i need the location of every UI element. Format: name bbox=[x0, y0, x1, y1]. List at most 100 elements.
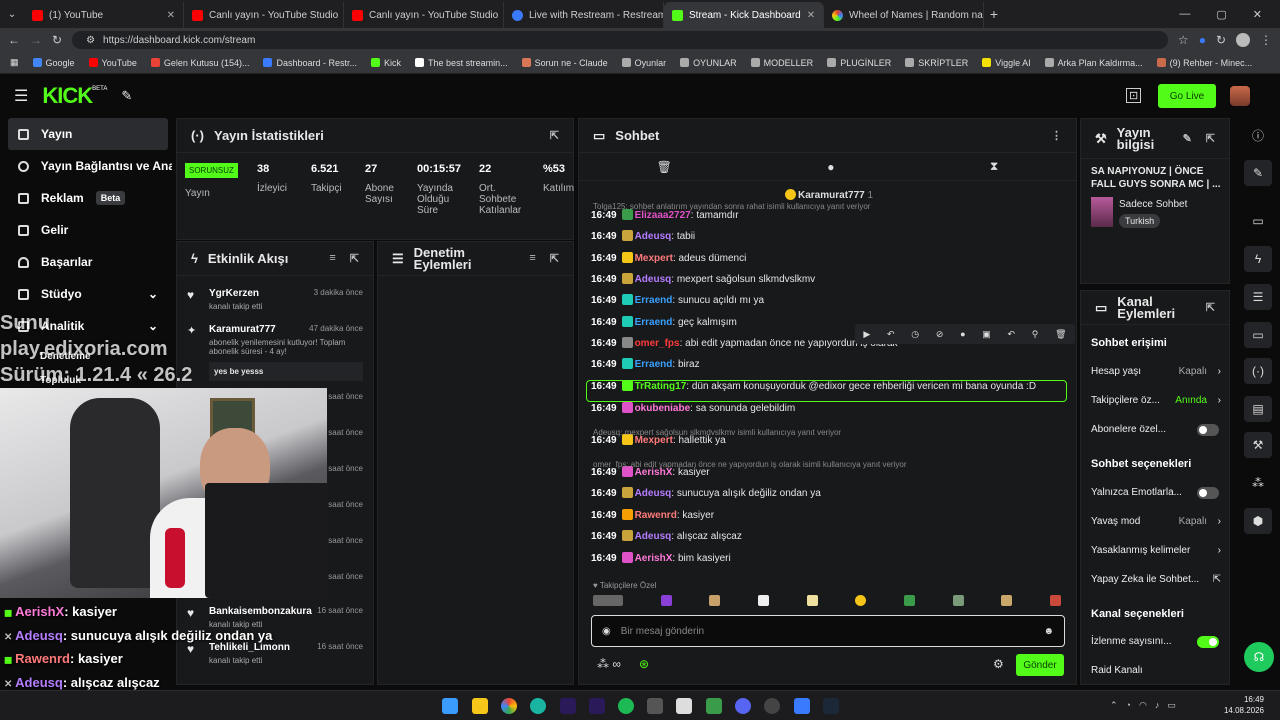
bookmark-item[interactable]: Viggle AI bbox=[982, 58, 1031, 68]
stats-icon[interactable]: (·) bbox=[1244, 358, 1272, 384]
emote-icon[interactable] bbox=[593, 595, 623, 606]
chat-message[interactable]: 16:49 Adeusq: mexpert sağolsun slkmdvslkm… bbox=[591, 273, 815, 285]
ai-chat-setting[interactable]: Yapay Zeka ile Sohbet... ⇱ bbox=[1091, 574, 1221, 585]
avatar[interactable] bbox=[1230, 86, 1250, 106]
network-icon[interactable]: ◔ bbox=[1126, 700, 1131, 711]
volume-icon[interactable]: ♪ bbox=[1155, 700, 1160, 711]
message-username[interactable]: Adeusq bbox=[635, 488, 672, 499]
premiere-icon[interactable] bbox=[589, 698, 605, 714]
raid-setting[interactable]: Raid Kanalı bbox=[1091, 665, 1221, 676]
clock[interactable]: 16:49 14.08.2026 bbox=[1222, 694, 1264, 716]
message-username[interactable]: Adeusq bbox=[635, 531, 672, 542]
sidebar-item-revenue[interactable]: Gelir bbox=[0, 214, 172, 246]
premiere-icon[interactable] bbox=[560, 698, 576, 714]
pin-icon[interactable]: ⚲ bbox=[1032, 329, 1039, 340]
emotes-only-toggle[interactable] bbox=[1197, 487, 1219, 499]
chat-message[interactable]: 16:49 TrRating17: dün akşam konuşuyorduk … bbox=[591, 380, 1036, 392]
layout-icon[interactable]: ▭ bbox=[1244, 208, 1272, 234]
edit-icon[interactable]: ✎ bbox=[1183, 132, 1192, 145]
support-chat-icon[interactable]: ☊ bbox=[1244, 642, 1274, 672]
ban-icon[interactable]: ● bbox=[960, 329, 965, 339]
sidebar-item-stream-key[interactable]: Yayın Bağlantısı ve Anahtar bbox=[0, 150, 172, 182]
timeout-icon[interactable]: ◷ bbox=[911, 329, 919, 340]
browser-tab[interactable]: Canlı yayın - YouTube Studio✕ bbox=[184, 2, 344, 28]
message-username[interactable]: Erraend bbox=[635, 295, 673, 306]
send-button[interactable]: Gönder bbox=[1016, 654, 1064, 676]
browser-tab[interactable]: Live with Restream - Restream✕ bbox=[504, 2, 664, 28]
wrench-icon[interactable]: ⚒ bbox=[1244, 432, 1272, 458]
apps-icon[interactable]: ▦ bbox=[10, 57, 19, 68]
message-username[interactable]: AerishX bbox=[635, 553, 673, 564]
pin-icon[interactable]: ✎ bbox=[121, 88, 132, 104]
banned-words-setting[interactable]: Yasaklanmış kelimeler › bbox=[1091, 545, 1221, 556]
sync-icon[interactable]: ↻ bbox=[1216, 33, 1226, 47]
site-info-icon[interactable]: ⚙ bbox=[86, 35, 95, 46]
message-username[interactable]: omer_fps bbox=[635, 338, 680, 349]
battery-icon[interactable]: ▭ bbox=[1167, 700, 1176, 711]
emote-icon[interactable] bbox=[855, 595, 867, 606]
popout-icon[interactable]: ⇱ bbox=[550, 129, 559, 142]
info-icon[interactable]: ⓘ bbox=[1244, 122, 1272, 148]
popout-icon[interactable]: ⇱ bbox=[550, 252, 559, 265]
message-username[interactable]: Adeusq bbox=[635, 274, 672, 285]
extension-icon[interactable]: ● bbox=[1199, 33, 1206, 47]
chat-mode-icon[interactable]: ◉ bbox=[602, 626, 611, 637]
bookmark-item[interactable]: Arka Plan Kaldırma... bbox=[1044, 58, 1143, 68]
message-username[interactable]: Erraend bbox=[635, 317, 673, 328]
close-tab-icon[interactable]: ✕ bbox=[167, 10, 175, 21]
viewer-count-toggle[interactable] bbox=[1197, 636, 1219, 648]
kick-emote-icon[interactable]: ⊛ bbox=[639, 657, 649, 671]
undo-icon[interactable]: ↶ bbox=[887, 329, 895, 340]
drops-icon[interactable]: ⁂ bbox=[1244, 470, 1272, 496]
chat-message[interactable]: 16:49 Adeusq: sunucuya alışık değiliz ond… bbox=[591, 487, 821, 499]
browser-tab[interactable]: (1) YouTube ✕ bbox=[24, 2, 184, 28]
popout-icon[interactable]: ⇱ bbox=[1206, 132, 1215, 145]
filter-icon[interactable]: ≡ bbox=[329, 252, 335, 265]
chat-message[interactable]: 16:49 Erraend: biraz bbox=[591, 358, 700, 370]
bookmark-item[interactable]: Kick bbox=[371, 58, 401, 68]
chat-message[interactable]: 16:49 okubeniabe: sa sonunda gelebildim bbox=[591, 402, 795, 414]
message-username[interactable]: Erraend bbox=[635, 359, 673, 370]
copy-icon[interactable]: ▣ bbox=[982, 329, 991, 340]
category-name[interactable]: Sadece Sohbet bbox=[1119, 199, 1187, 210]
bookmark-item[interactable]: YouTube bbox=[88, 58, 137, 68]
obs-icon[interactable] bbox=[764, 698, 780, 714]
app-icon[interactable] bbox=[794, 698, 810, 714]
emote-icon[interactable] bbox=[757, 595, 769, 606]
bookmark-item[interactable]: The best streamin... bbox=[415, 58, 508, 68]
popout-icon[interactable]: ⇱ bbox=[1206, 301, 1215, 314]
chat-message[interactable]: 16:49 omer_fps: abi edit yapmadan önce ne… bbox=[591, 337, 898, 349]
bookmark-item[interactable]: OYUNLAR bbox=[680, 58, 737, 68]
chat-message[interactable]: 16:49 AerishX: bim kasiyeri bbox=[591, 552, 731, 564]
reload-icon[interactable]: ↻ bbox=[52, 33, 62, 47]
hamburger-menu-icon[interactable]: ☰ bbox=[14, 86, 28, 106]
message-username[interactable]: Elizaaa2727 bbox=[635, 210, 691, 221]
edit-icon[interactable]: ✎ bbox=[1244, 160, 1272, 186]
chat-icon[interactable]: ▭ bbox=[1244, 322, 1272, 348]
chat-message[interactable]: 16:49 Adeusq: alışcaz alışcaz bbox=[591, 530, 742, 542]
bookmark-item[interactable]: Gelen Kutusu (154)... bbox=[150, 58, 249, 68]
bookmark-item[interactable]: MODELLER bbox=[750, 58, 813, 68]
shield-icon[interactable]: ⬢ bbox=[1244, 508, 1272, 534]
slow-mode-setting[interactable]: Yavaş mod Kapalı › bbox=[1091, 516, 1221, 527]
bookmark-item[interactable]: PLUGİNLER bbox=[827, 58, 891, 68]
chevron-down-icon[interactable]: ⌄ bbox=[148, 319, 158, 333]
account-age-setting[interactable]: Hesap yaşı Kapalı › bbox=[1091, 366, 1221, 377]
minimize-icon[interactable]: — bbox=[1179, 8, 1190, 21]
sidebar-item-achievements[interactable]: Başarılar bbox=[0, 246, 172, 278]
hourglass-icon[interactable]: ⧗ bbox=[990, 159, 998, 174]
app-icon[interactable] bbox=[676, 698, 692, 714]
sidebar-item-ads[interactable]: Reklam Beta bbox=[0, 182, 172, 214]
bolt-icon[interactable]: ϟ bbox=[1244, 246, 1272, 272]
emote-icon[interactable] bbox=[1001, 595, 1013, 606]
play-icon[interactable]: ▶ bbox=[863, 329, 870, 340]
emoji-icon[interactable]: ☻ bbox=[1043, 626, 1054, 637]
chat-message[interactable]: 16:49 Erraend: geç kalmışım bbox=[591, 316, 737, 328]
maximize-icon[interactable]: ▢ bbox=[1216, 8, 1226, 21]
bookmark-item[interactable]: Sorun ne - Claude bbox=[521, 58, 608, 68]
minecraft-icon[interactable] bbox=[706, 698, 722, 714]
chevron-up-icon[interactable]: ⌃ bbox=[1110, 700, 1118, 711]
theater-icon[interactable]: ⊡ bbox=[1126, 88, 1142, 103]
avatar[interactable] bbox=[1236, 33, 1250, 47]
slash-icon[interactable]: ⊘ bbox=[936, 329, 944, 340]
